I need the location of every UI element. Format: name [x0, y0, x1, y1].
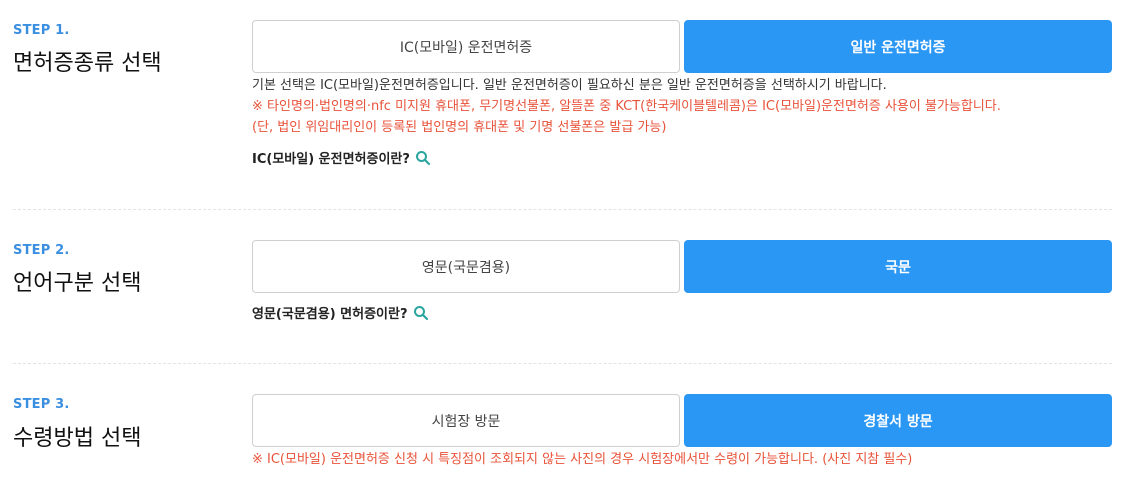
step3-title: 수령방법 선택 — [13, 426, 142, 451]
police-station-visit-button[interactable]: 경찰서 방문 — [684, 394, 1112, 447]
step3-section: STEP 3. 수령방법 선택 시험장 방문 경찰서 방문 ※ IC(모바일) … — [0, 0, 1135, 487]
step3-warning-note: ※ IC(모바일) 운전면허증 신청 시 특징점이 조회되지 않는 사진의 경우… — [252, 452, 913, 467]
test-center-visit-button[interactable]: 시험장 방문 — [252, 394, 680, 447]
step3-label: STEP 3. — [13, 397, 70, 412]
